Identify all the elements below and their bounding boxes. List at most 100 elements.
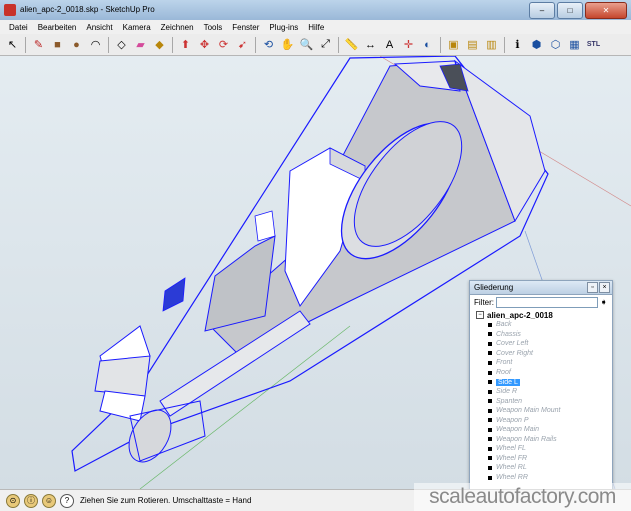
menu-datei[interactable]: Datei [4, 23, 33, 32]
component-icon [488, 370, 492, 375]
outliner-item[interactable]: Weapon P [470, 415, 612, 425]
maximize-button[interactable]: □ [557, 2, 583, 19]
arc-tool-icon[interactable]: ◠ [87, 36, 104, 53]
menu-hilfe[interactable]: Hilfe [303, 23, 329, 32]
axes-tool-icon[interactable]: ✛ [400, 36, 417, 53]
select-tool-icon[interactable]: ↖ [4, 36, 21, 53]
make-component-icon[interactable]: ◇ [113, 36, 130, 53]
pan-tool-icon[interactable]: ✋ [279, 36, 296, 53]
outliner-item[interactable]: Weapon Main [470, 425, 612, 435]
outliner-menu-arrow-icon[interactable]: ➧ [600, 297, 608, 308]
outliner-item-label: Cover Left [496, 340, 529, 348]
outliner-item-label: Chassis [496, 330, 521, 338]
menu-kamera[interactable]: Kamera [118, 23, 156, 32]
menu-bearbeiten[interactable]: Bearbeiten [33, 23, 82, 32]
user-icon[interactable]: ☺ [42, 493, 56, 508]
sketchup-app-icon[interactable] [4, 4, 16, 16]
component-icon [488, 399, 492, 404]
model-info-icon[interactable]: ℹ [509, 36, 526, 53]
iso-view-icon[interactable]: ⬢ [528, 36, 545, 53]
export-stl-icon[interactable]: STL [585, 36, 602, 53]
component-icon [488, 446, 492, 451]
tape-measure-icon[interactable]: 📏 [343, 36, 360, 53]
toolbar-divider [25, 36, 26, 53]
outliner-item[interactable]: Weapon Main Rails [470, 435, 612, 445]
filter-label: Filter: [474, 298, 494, 307]
orbit-tool-icon[interactable]: ⟲ [260, 36, 277, 53]
outliner-panel: Gliederung ▫ × Filter: ➧ − alien_apc-2_0… [469, 280, 613, 491]
outliner-titlebar[interactable]: Gliederung ▫ × [470, 281, 612, 295]
top-view-icon[interactable]: ⬡ [547, 36, 564, 53]
menu-zeichnen[interactable]: Zeichnen [156, 23, 199, 32]
get-models-icon[interactable]: ▣ [445, 36, 462, 53]
component-icon [488, 465, 492, 470]
components-window-icon[interactable]: ▦ [566, 36, 583, 53]
share-component-icon[interactable]: ▥ [483, 36, 500, 53]
text-tool-icon[interactable]: A [381, 36, 398, 53]
menu-ansicht[interactable]: Ansicht [81, 23, 117, 32]
close-button[interactable]: ✕ [585, 2, 627, 19]
eraser-tool-icon[interactable]: ▰ [132, 36, 149, 53]
rectangle-tool-icon[interactable]: ■ [49, 36, 66, 53]
section-plane-icon[interactable]: ◐ [419, 36, 436, 53]
menu-tools[interactable]: Tools [199, 23, 228, 32]
outliner-item[interactable]: Cover Right [470, 349, 612, 359]
filter-input[interactable] [496, 297, 598, 308]
geo-location-icon[interactable]: ⊙ [6, 493, 20, 508]
toolbar-divider [255, 36, 256, 53]
move-tool-icon[interactable]: ✥ [196, 36, 213, 53]
outliner-item[interactable]: Side R [470, 387, 612, 397]
toolbar-divider [338, 36, 339, 53]
outliner-item[interactable]: Side L [470, 377, 612, 387]
outliner-item-label: Weapon P [496, 416, 529, 424]
collapse-tree-icon[interactable]: − [476, 311, 484, 319]
push-pull-icon[interactable]: ⬆ [177, 36, 194, 53]
component-icon [488, 332, 492, 337]
zoom-extents-icon[interactable]: ⤢ [317, 36, 334, 53]
outliner-item[interactable]: Wheel FL [470, 444, 612, 454]
circle-tool-icon[interactable]: ● [68, 36, 85, 53]
outliner-item[interactable]: Spanten [470, 396, 612, 406]
menu-fenster[interactable]: Fenster [227, 23, 264, 32]
component-icon [488, 427, 492, 432]
watermark: scaleautofactory.com [414, 483, 631, 511]
outliner-item[interactable]: Wheel RR [470, 473, 612, 483]
outliner-item-label: Weapon Main Rails [496, 435, 557, 443]
outliner-title: Gliederung [474, 283, 514, 292]
collapse-icon[interactable]: ▫ [587, 282, 598, 293]
follow-me-icon[interactable]: ➹ [234, 36, 251, 53]
outliner-item-label: Weapon Main [496, 426, 540, 434]
component-icon [488, 351, 492, 356]
menu-bar: Datei Bearbeiten Ansicht Kamera Zeichnen… [0, 20, 631, 34]
share-model-icon[interactable]: ▤ [464, 36, 481, 53]
pencil-tool-icon[interactable]: ✎ [30, 36, 47, 53]
dimension-tool-icon[interactable]: ↔ [362, 36, 379, 53]
outliner-item[interactable]: Front [470, 358, 612, 368]
outliner-item[interactable]: Wheel RL [470, 463, 612, 473]
menu-plugins[interactable]: Plug-ins [264, 23, 303, 32]
outliner-item[interactable]: Chassis [470, 330, 612, 340]
front-bottom-face [94, 355, 151, 397]
outliner-item[interactable]: Back [470, 320, 612, 330]
status-message: Ziehen Sie zum Rotieren. Umschalttaste =… [80, 496, 252, 505]
close-icon[interactable]: × [599, 282, 610, 293]
outliner-filter-row: Filter: ➧ [470, 295, 612, 310]
outliner-item[interactable]: Roof [470, 368, 612, 378]
toolbar-divider [108, 36, 109, 53]
outliner-item-label: Wheel RR [496, 474, 528, 482]
zoom-tool-icon[interactable]: 🔍 [298, 36, 315, 53]
rotate-tool-icon[interactable]: ⟳ [215, 36, 232, 53]
outliner-root-item[interactable]: − alien_apc-2_0018 [470, 310, 612, 320]
help-icon[interactable]: ? [60, 493, 74, 508]
credits-icon[interactable]: ⓘ [24, 493, 38, 508]
outliner-item[interactable]: Wheel FR [470, 454, 612, 464]
outliner-item[interactable]: Weapon Main Mount [470, 406, 612, 416]
outliner-item[interactable]: Cover Left [470, 339, 612, 349]
outliner-item-label: Spanten [496, 397, 523, 405]
component-icon [488, 341, 492, 346]
outliner-item-label: Cover Right [496, 349, 533, 357]
paint-bucket-icon[interactable]: ◆ [151, 36, 168, 53]
minimize-button[interactable]: – [529, 2, 555, 19]
outliner-item-label: Side R [496, 388, 518, 396]
component-icon [488, 380, 492, 385]
